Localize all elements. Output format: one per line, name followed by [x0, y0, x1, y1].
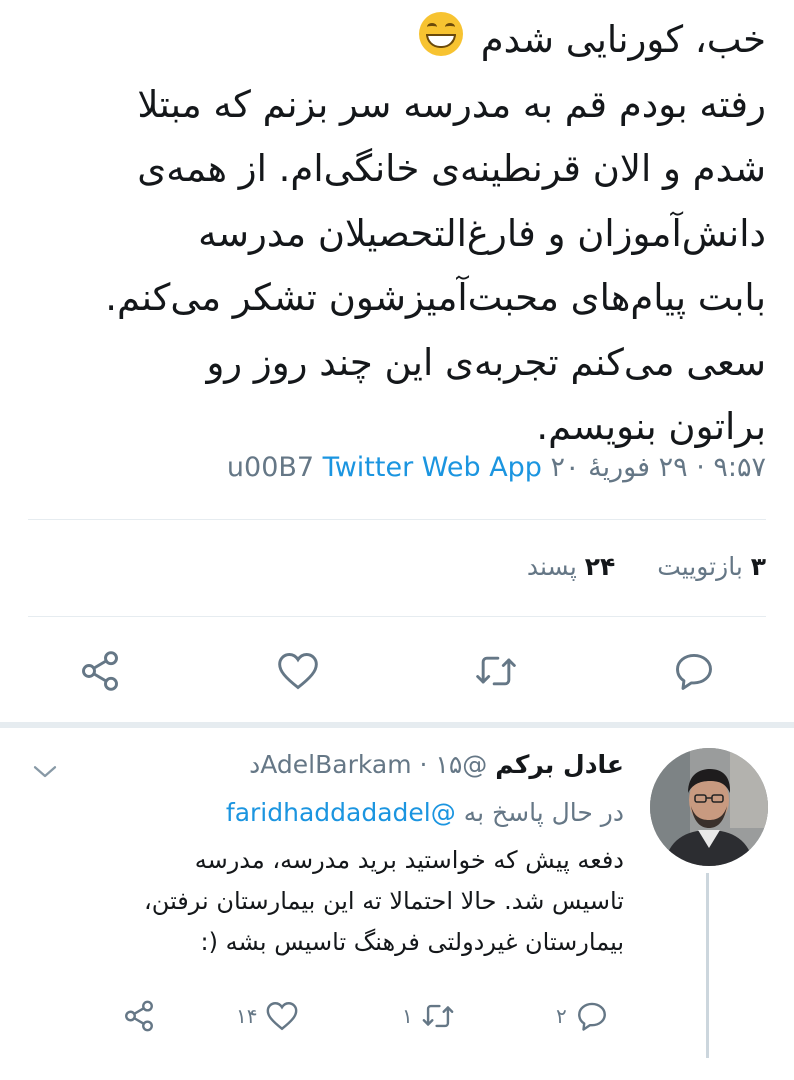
reply-text-line: بیمارستان غیردولتی فرهنگ تاسیس بشه (: [200, 928, 624, 956]
tweet-timestamp[interactable]: ۹:۵۷ · ۲۹ فوریهٔ ۲۰ [551, 452, 766, 483]
share-icon [82, 651, 118, 691]
reply-text-line: تاسیس شد. حالا احتمالا ته این بیمارستان … [144, 887, 624, 915]
reply-icon [676, 653, 712, 690]
tweet-text-line: شدم و الان قرنطینه‌ی خانگی‌ام. از همه‌ی [137, 147, 766, 190]
reply-button[interactable] [664, 641, 724, 701]
tweet-text: خب، کورنایی شدم رفته بودم قم به مدرسه سر… [16, 8, 766, 460]
tweet-meta-separator: u00B7 [226, 452, 315, 483]
grinning-squinting-face-emoji-icon [418, 12, 463, 56]
retweets-count: ۳ [750, 552, 766, 581]
share-button[interactable] [70, 641, 130, 701]
reply-icon [577, 1002, 606, 1031]
divider [28, 616, 766, 617]
reply-reply-button[interactable]: ۲ [556, 996, 609, 1036]
heart-icon [278, 653, 318, 690]
reply-text: دفعه پیش که خواستید برید مدرسه، مدرسه تا… [64, 840, 624, 963]
reply-retweet-count: ۱ [402, 1004, 413, 1028]
tweet-line-text: خب، کورنایی شدم [480, 18, 766, 61]
tweet-text-line: بابت پیام‌های محبت‌آمیزشون تشکر می‌کنم. [105, 276, 766, 319]
reply-like-count: ۱۴ [236, 1004, 258, 1028]
main-tweet: خب، کورنایی شدم رفته بودم قم به مدرسه سر… [0, 0, 794, 722]
likes-count-link[interactable]: ۲۴ پسند [527, 552, 615, 581]
tweet-text-line: براتون بنویسم. [536, 405, 766, 448]
reply-tweet[interactable]: عادل برکم @AdelBarkam · ۱۵د در حال پاسخ … [0, 728, 794, 1080]
retweet-button[interactable] [466, 641, 526, 701]
likes-label: پسند [526, 552, 577, 581]
thread-line [706, 873, 709, 1058]
share-icon [125, 1000, 153, 1032]
like-button[interactable] [268, 641, 328, 701]
reply-retweet-button[interactable]: ۱ [402, 996, 455, 1036]
heart-icon [267, 1002, 298, 1031]
tweet-engagement-counts: ۳ بازتوییت ۲۴ پسند [527, 552, 766, 581]
tweet-text-line: سعی می‌کنم تجربه‌ی این چند روز رو [206, 340, 766, 384]
avatar[interactable] [650, 748, 768, 866]
reply-like-button[interactable]: ۱۴ [236, 996, 299, 1036]
tweet-source-app-link[interactable]: Twitter Web App [323, 452, 542, 483]
replying-to-label: در حال پاسخ به [463, 798, 624, 827]
chevron-down-icon[interactable] [30, 756, 60, 786]
retweet-icon [422, 1004, 454, 1028]
retweet-icon [476, 656, 516, 686]
avatar-photo [650, 748, 768, 866]
reply-share-button[interactable] [122, 996, 156, 1036]
replying-to: در حال پاسخ به @faridhaddadadel [226, 798, 624, 827]
divider [28, 519, 766, 520]
retweets-label: بازتوییت [657, 552, 743, 581]
reply-text-line: دفعه پیش که خواستید برید مدرسه، مدرسه [194, 846, 624, 874]
tweet-text-line: رفته بودم قم به مدرسه سر بزنم که مبتلا [137, 82, 766, 126]
likes-count: ۲۴ [584, 552, 616, 581]
reply-author-name[interactable]: عادل برکم [495, 750, 624, 779]
replying-to-mention-link[interactable]: @faridhaddadadel [226, 798, 456, 827]
reply-header: عادل برکم @AdelBarkam · ۱۵د [249, 750, 624, 779]
reply-reply-count: ۲ [556, 1004, 567, 1028]
tweet-text-line: دانش‌آموزان و فارغ‌التحصیلان مدرسه [198, 211, 766, 255]
tweet-metadata: ۹:۵۷ · ۲۹ فوریهٔ ۲۰ u00B7 Twitter Web Ap… [227, 452, 766, 483]
retweets-count-link[interactable]: ۳ بازتوییت [657, 552, 766, 581]
tweet-text-line: خب، کورنایی شدم [16, 8, 766, 73]
